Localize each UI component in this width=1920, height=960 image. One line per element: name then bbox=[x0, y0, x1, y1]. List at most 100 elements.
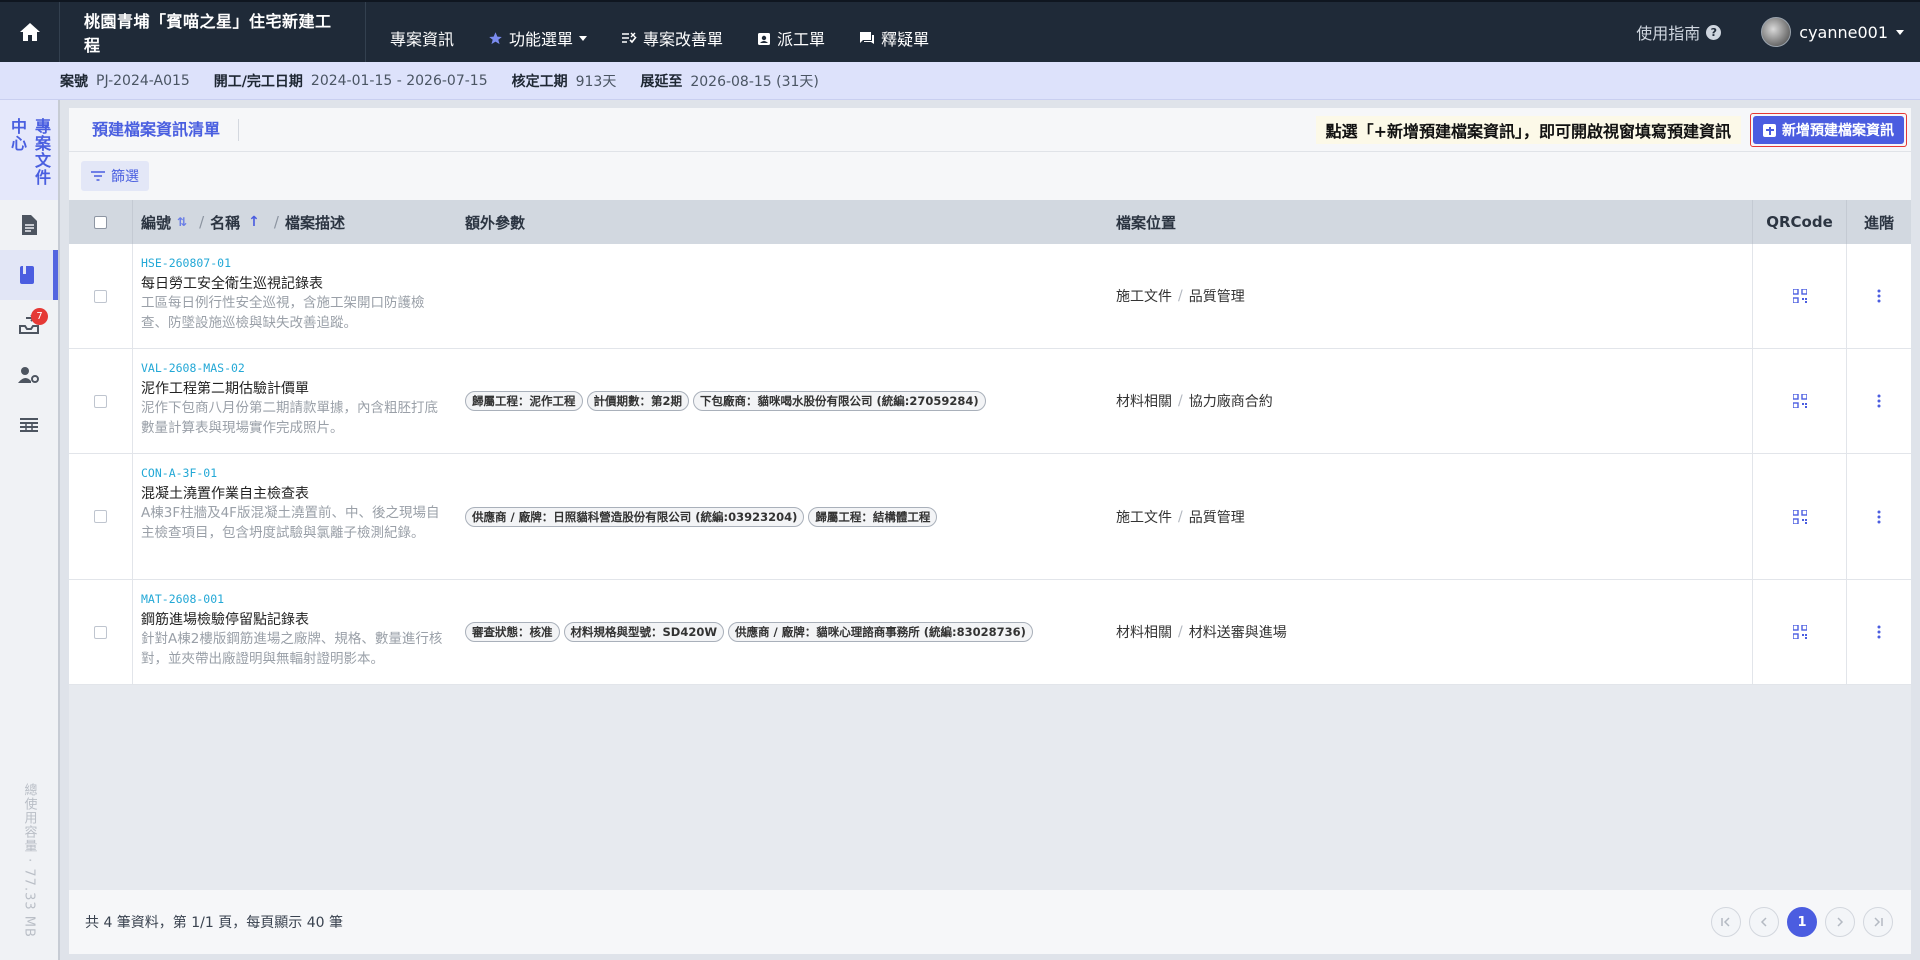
col-name[interactable]: 名稱 bbox=[210, 212, 240, 233]
location-subfolder[interactable]: 品質管理 bbox=[1189, 286, 1245, 306]
hint-tooltip: 點選「+新增預建檔案資訊」，即可開啟視窗填寫預建資訊 bbox=[1315, 116, 1741, 144]
sidebar-item-user-settings[interactable] bbox=[0, 350, 58, 400]
home-button[interactable] bbox=[0, 2, 60, 62]
sidebar-title: 專案文件中心 bbox=[0, 100, 58, 200]
qrcode-icon[interactable] bbox=[1792, 625, 1807, 639]
prev-page-button[interactable] bbox=[1749, 907, 1779, 937]
col-desc: 檔案描述 bbox=[284, 213, 345, 232]
main-nav: 專案資訊 功能選單 專案改善單 派工單 釋疑單 bbox=[390, 8, 963, 68]
file-code: CON-A-3F-01 bbox=[141, 466, 218, 480]
last-page-button[interactable] bbox=[1863, 907, 1893, 937]
next-page-button[interactable] bbox=[1825, 907, 1855, 937]
more-vertical-icon[interactable] bbox=[1877, 289, 1881, 303]
row-checkbox[interactable] bbox=[94, 510, 107, 523]
page-number-button[interactable]: 1 bbox=[1787, 907, 1817, 937]
add-prebuild-file-button[interactable]: 新增預建檔案資訊 bbox=[1750, 113, 1907, 147]
location-subfolder[interactable]: 協力廠商合約 bbox=[1189, 391, 1273, 411]
files-table: 編號 ⇅ / 名稱 ↑ / 檔案描述 額外參數 檔案位置 QRCode 進階 H… bbox=[69, 200, 1911, 685]
location-folder[interactable]: 材料相關 bbox=[1116, 391, 1172, 411]
row-qr-cell bbox=[1752, 244, 1847, 348]
row-location-cell: 材料相關 / 材料送審與進場 bbox=[1107, 580, 1752, 684]
header-advanced-col: 進階 bbox=[1847, 212, 1911, 233]
more-vertical-icon[interactable] bbox=[1877, 510, 1881, 524]
pagination: 1 bbox=[1711, 907, 1893, 937]
row-advanced-cell bbox=[1847, 580, 1911, 684]
username: cyanne001 bbox=[1799, 22, 1888, 42]
more-vertical-icon[interactable] bbox=[1877, 625, 1881, 639]
param-chip: 計價期數：第2期 bbox=[586, 391, 690, 411]
separator: / bbox=[1178, 288, 1183, 304]
user-guide-link[interactable]: 使用指南 ? bbox=[1636, 20, 1722, 44]
row-location-cell: 施工文件 / 品質管理 bbox=[1107, 454, 1752, 579]
nav-function-menu[interactable]: 功能選單 bbox=[488, 26, 588, 50]
col-code[interactable]: 編號 bbox=[141, 212, 171, 233]
extension-value: 2026-08-15 (31天) bbox=[690, 73, 819, 90]
select-all-checkbox[interactable] bbox=[94, 215, 107, 229]
param-chip: 供應商 / 廠牌：貓咪心理諮商事務所 (統編:83028736) bbox=[728, 622, 1033, 642]
col-adv: 進階 bbox=[1863, 213, 1894, 232]
file-name: 泥作工程第二期估驗計價單 bbox=[141, 381, 309, 397]
sidebar-item-documents[interactable] bbox=[0, 200, 58, 250]
more-vertical-icon[interactable] bbox=[1877, 394, 1881, 408]
table-row[interactable]: CON-A-3F-01 混凝土澆置作業自主檢查表 A棟3F柱牆及4F版混凝土澆置… bbox=[69, 454, 1911, 580]
nav-clarification-form[interactable]: 釋疑單 bbox=[859, 26, 929, 50]
checklist-icon bbox=[622, 32, 637, 44]
row-select-cell bbox=[69, 349, 133, 453]
row-checkbox[interactable] bbox=[94, 394, 107, 408]
location-folder[interactable]: 材料相關 bbox=[1116, 622, 1172, 642]
location-subfolder[interactable]: 品質管理 bbox=[1189, 507, 1245, 527]
chevron-down-icon bbox=[1896, 29, 1904, 35]
first-page-button[interactable] bbox=[1711, 907, 1741, 937]
period-value: 913天 bbox=[575, 73, 617, 90]
param-chip: 材料規格與型號：SD420W bbox=[563, 622, 725, 642]
nav-dispatch-form[interactable]: 派工單 bbox=[757, 26, 825, 50]
filter-label: 篩選 bbox=[111, 169, 139, 185]
badge-icon bbox=[758, 32, 771, 45]
filter-row: 篩選 bbox=[69, 152, 1911, 200]
table-header: 編號 ⇅ / 名稱 ↑ / 檔案描述 額外參數 檔案位置 QRCode 進階 bbox=[69, 200, 1911, 244]
row-name-cell: CON-A-3F-01 混凝土澆置作業自主檢查表 A棟3F柱牆及4F版混凝土澆置… bbox=[133, 454, 457, 579]
param-chip: 供應商 / 廠牌：日照貓科營造股份有限公司 (統編:03923204) bbox=[465, 506, 805, 527]
extension-label: 展延至 bbox=[640, 73, 683, 90]
sort-up-icon[interactable]: ↑ bbox=[248, 214, 260, 230]
row-select-cell bbox=[69, 454, 133, 579]
row-select-cell bbox=[69, 244, 133, 348]
star-icon bbox=[489, 31, 502, 44]
location-folder[interactable]: 施工文件 bbox=[1116, 286, 1172, 306]
filter-button[interactable]: 篩選 bbox=[81, 161, 149, 191]
main-panel: 預建檔案資訊清單 點選「+新增預建檔案資訊」，即可開啟視窗填寫預建資訊 新增預建… bbox=[69, 108, 1911, 954]
table-row[interactable]: HSE-260807-01 每日勞工安全衛生巡視記錄表 工區每日例行性安全巡視，… bbox=[69, 244, 1911, 349]
sort-both-icon[interactable]: ⇅ bbox=[177, 215, 187, 229]
qrcode-icon[interactable] bbox=[1792, 289, 1807, 303]
separator: / bbox=[199, 213, 205, 231]
param-chip: 歸屬工程：結構體工程 bbox=[808, 506, 938, 527]
location-subfolder[interactable]: 材料送審與進場 bbox=[1189, 622, 1287, 642]
row-checkbox[interactable] bbox=[94, 289, 107, 303]
filter-icon bbox=[91, 171, 105, 181]
row-checkbox[interactable] bbox=[94, 625, 107, 639]
row-select-cell bbox=[69, 580, 133, 684]
nav-project-info[interactable]: 專案資訊 bbox=[390, 26, 454, 50]
qrcode-icon[interactable] bbox=[1792, 509, 1807, 524]
file-desc: 針對A棟2樓版鋼筋進場之廠牌、規格、數量進行核對，並夾帶出廠證明與無輻射證明影本… bbox=[141, 631, 443, 667]
sidebar-item-prebuild-files[interactable] bbox=[0, 250, 58, 300]
select-all-cell bbox=[69, 200, 133, 244]
row-params-cell: 歸屬工程：泥作工程 計價期數：第2期 下包廠商：貓咪喝水股份有限公司 (統編:2… bbox=[457, 349, 1107, 453]
sidebar-item-transfers[interactable]: 7 bbox=[0, 300, 58, 350]
chevron-down-icon bbox=[579, 35, 588, 41]
storage-usage-text: 總使用容量 · 77.33 MB bbox=[21, 783, 37, 938]
file-desc: 工區每日例行性安全巡視，含施工架開口防護檢查、防墜設施巡檢與缺失改善追蹤。 bbox=[141, 295, 425, 331]
location-folder[interactable]: 施工文件 bbox=[1116, 507, 1172, 527]
col-qr: QRCode bbox=[1766, 213, 1833, 231]
table-row[interactable]: MAT-2608-001 鋼筋進場檢驗停留點記錄表 針對A棟2樓版鋼筋進場之廠牌… bbox=[69, 580, 1911, 685]
row-advanced-cell bbox=[1847, 454, 1911, 579]
sidebar-title-text: 專案文件中心 bbox=[8, 118, 51, 186]
user-menu[interactable]: cyanne001 bbox=[1761, 17, 1904, 47]
table-row[interactable]: VAL-2608-MAS-02 泥作工程第二期估驗計價單 泥作下包商八月份第二期… bbox=[69, 349, 1911, 454]
nav-improvement-form[interactable]: 專案改善單 bbox=[621, 26, 723, 50]
top-right-area: 使用指南 ? cyanne001 bbox=[1636, 2, 1920, 62]
project-title: 桃園青埔「賓喵之星」住宅新建工程 bbox=[60, 2, 366, 62]
qrcode-icon[interactable] bbox=[1792, 394, 1807, 408]
sidebar-item-table-view[interactable] bbox=[0, 400, 58, 450]
table-footer: 共 4 筆資料，第 1/1 頁，每頁顯示 40 筆 1 bbox=[69, 890, 1911, 954]
